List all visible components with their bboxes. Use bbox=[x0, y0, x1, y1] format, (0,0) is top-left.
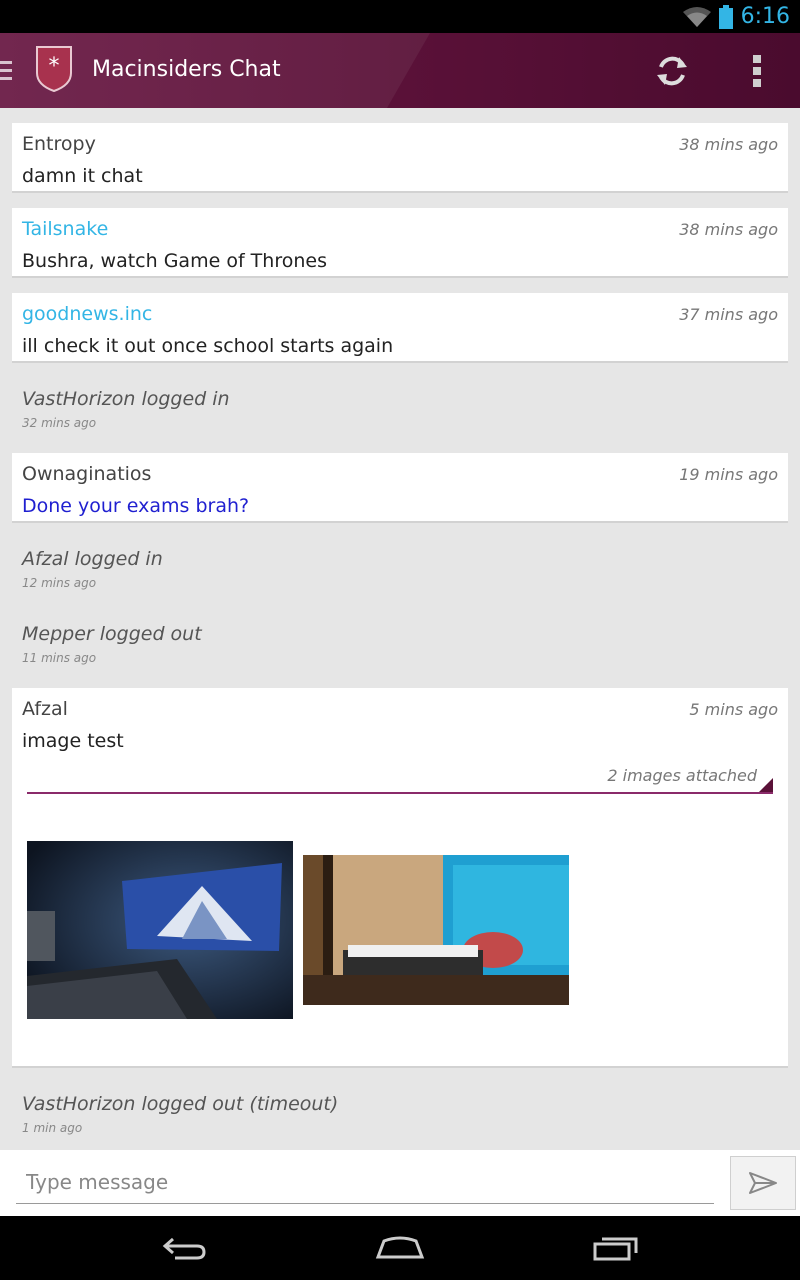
event-text: VastHorizon logged out (timeout) bbox=[22, 1093, 339, 1115]
message-card-with-images[interactable]: Afzal 5 mins ago image test 2 images att… bbox=[12, 688, 788, 1068]
drawer-menu-icon[interactable] bbox=[0, 61, 12, 81]
home-icon bbox=[375, 1236, 425, 1259]
system-nav-bar bbox=[0, 1216, 800, 1280]
status-bar: 6:16 bbox=[0, 0, 800, 33]
attached-image-thumbnail[interactable] bbox=[27, 841, 293, 1019]
status-icons: 6:16 bbox=[682, 0, 790, 33]
message-text: ill check it out once school starts agai… bbox=[22, 335, 394, 357]
message-time: 38 mins ago bbox=[679, 135, 778, 154]
message-author[interactable]: Ownaginatios bbox=[22, 463, 151, 485]
overflow-menu-icon[interactable] bbox=[745, 51, 769, 91]
message-author[interactable]: Entropy bbox=[22, 133, 96, 155]
app-logo-icon[interactable]: * bbox=[35, 45, 73, 93]
event-row: Mepper logged out 11 mins ago bbox=[22, 623, 202, 665]
message-author[interactable]: Afzal bbox=[22, 698, 68, 720]
message-text: damn it chat bbox=[22, 165, 143, 187]
attachments-label: 2 images attached bbox=[607, 766, 757, 785]
event-time: 32 mins ago bbox=[22, 416, 97, 430]
composer bbox=[0, 1150, 800, 1216]
action-bar: * Macinsiders Chat bbox=[0, 33, 800, 108]
event-text: Mepper logged out bbox=[22, 623, 202, 645]
back-icon bbox=[162, 1237, 206, 1260]
message-author[interactable]: Tailsnake bbox=[22, 218, 108, 240]
message-text: image test bbox=[22, 730, 124, 752]
attached-image-thumbnail[interactable] bbox=[303, 855, 569, 1005]
expand-corner-icon bbox=[759, 778, 773, 792]
recent-apps-icon bbox=[593, 1237, 638, 1261]
message-time: 19 mins ago bbox=[679, 465, 778, 484]
event-row: VastHorizon logged out (timeout) 1 min a… bbox=[22, 1093, 338, 1135]
event-time: 11 mins ago bbox=[22, 651, 97, 665]
send-button[interactable] bbox=[730, 1156, 796, 1210]
message-link-text[interactable]: Done your exams brah? bbox=[22, 495, 249, 517]
message-card[interactable]: Entropy 38 mins ago damn it chat bbox=[12, 123, 788, 193]
message-text: Bushra, watch Game of Thrones bbox=[22, 250, 327, 272]
event-time: 12 mins ago bbox=[22, 576, 97, 590]
event-text: VastHorizon logged in bbox=[22, 388, 230, 410]
refresh-icon bbox=[657, 56, 687, 86]
message-time: 37 mins ago bbox=[679, 305, 778, 324]
battery-icon bbox=[718, 4, 733, 29]
back-button[interactable] bbox=[154, 1230, 214, 1266]
attachments-toggle[interactable]: 2 images attached bbox=[27, 766, 773, 794]
app-title: Macinsiders Chat bbox=[92, 57, 281, 82]
chat-feed[interactable]: Entropy 38 mins ago damn it chat Tailsna… bbox=[0, 108, 800, 1150]
svg-text:*: * bbox=[49, 54, 60, 79]
refresh-button[interactable] bbox=[652, 51, 692, 91]
message-card[interactable]: goodnews.inc 37 mins ago ill check it ou… bbox=[12, 293, 788, 363]
message-author[interactable]: goodnews.inc bbox=[22, 303, 152, 325]
message-card[interactable]: Tailsnake 38 mins ago Bushra, watch Game… bbox=[12, 208, 788, 278]
recent-apps-button[interactable] bbox=[586, 1230, 646, 1266]
event-row: Afzal logged in 12 mins ago bbox=[22, 548, 163, 590]
message-card[interactable]: Ownaginatios 19 mins ago Done your exams… bbox=[12, 453, 788, 523]
home-button[interactable] bbox=[370, 1230, 430, 1266]
message-input[interactable] bbox=[16, 1160, 714, 1204]
event-time: 1 min ago bbox=[22, 1121, 83, 1135]
event-text: Afzal logged in bbox=[22, 548, 163, 570]
send-icon bbox=[749, 1172, 777, 1194]
message-time: 38 mins ago bbox=[679, 220, 778, 239]
event-row: VastHorizon logged in 32 mins ago bbox=[22, 388, 230, 430]
wifi-icon bbox=[682, 6, 711, 27]
message-time: 5 mins ago bbox=[689, 700, 778, 719]
clock: 6:16 bbox=[740, 4, 790, 29]
